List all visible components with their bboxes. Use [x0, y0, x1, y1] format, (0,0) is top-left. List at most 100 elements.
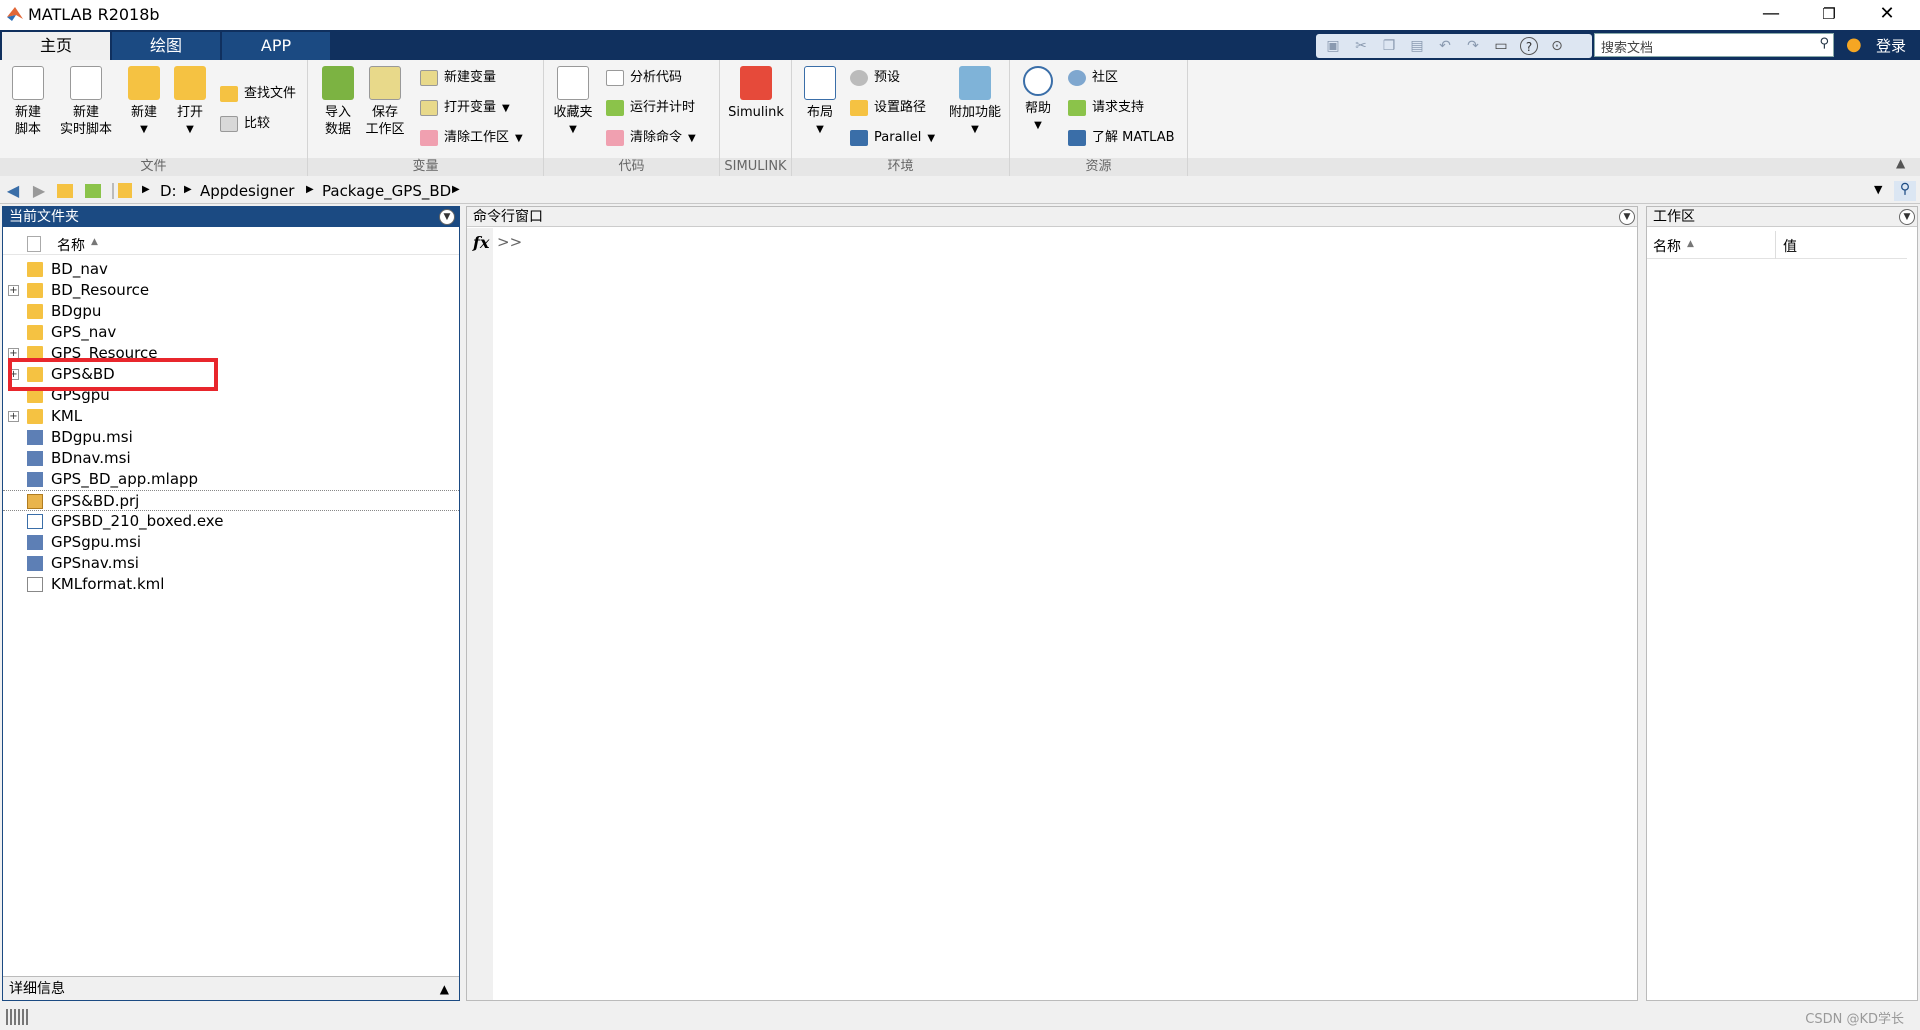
group-code-label: 代码 — [544, 158, 719, 176]
tab-home[interactable]: 主页 — [2, 32, 110, 60]
switch-windows-icon[interactable]: ▭ — [1492, 37, 1510, 55]
file-list-item[interactable]: KMLformat.kml — [3, 574, 459, 595]
msi-icon — [27, 472, 43, 487]
file-list-item[interactable]: BDnav.msi — [3, 448, 459, 469]
file-list-item[interactable]: GPS&BD.prj — [3, 490, 459, 511]
panel-actions-dropdown-icon[interactable]: ▼ — [439, 209, 455, 225]
command-window-panel: 命令行窗口 ▼ fx >> — [466, 206, 1638, 1001]
file-list-item[interactable]: BDgpu.msi — [3, 427, 459, 448]
community-button[interactable]: 社区 — [1066, 66, 1118, 90]
open-button[interactable]: 打开 ▼ — [170, 66, 210, 138]
breadcrumb-appdesigner[interactable]: Appdesigner — [200, 182, 294, 200]
save-icon[interactable]: ▣ — [1324, 37, 1342, 55]
path-history-dropdown-icon[interactable]: ▼ — [1874, 183, 1882, 196]
close-button[interactable]: ✕ — [1858, 0, 1916, 30]
current-folder-title: 当前文件夹 — [3, 207, 459, 227]
details-panel[interactable]: 详细信息 ▲ — [3, 976, 459, 1000]
collapse-ribbon-icon[interactable]: ▲ — [1896, 156, 1905, 170]
open-variable-icon — [420, 100, 438, 116]
redo-icon[interactable]: ↷ — [1464, 37, 1482, 55]
new-script-icon — [12, 66, 44, 100]
breadcrumb-package[interactable]: Package_GPS_BD — [322, 182, 451, 200]
command-input[interactable] — [521, 231, 1621, 253]
cut-icon[interactable]: ✂ — [1352, 37, 1370, 55]
preferences-button[interactable]: 预设 — [848, 66, 900, 90]
tab-plots[interactable]: 绘图 — [112, 32, 220, 60]
import-data-button[interactable]: 导入 数据 — [318, 66, 358, 138]
chevron-down-icon: ▼ — [1034, 120, 1042, 131]
paste-icon[interactable]: ▤ — [1408, 37, 1426, 55]
new-variable-button[interactable]: 新建变量 — [418, 66, 496, 90]
back-arrow-icon[interactable]: ◀ — [2, 181, 24, 201]
file-list-item[interactable]: GPS_nav — [3, 322, 459, 343]
undo-icon[interactable]: ↶ — [1436, 37, 1454, 55]
compare-button[interactable]: 比较 — [218, 112, 270, 136]
file-list-item[interactable]: BDgpu — [3, 301, 459, 322]
save-workspace-button[interactable]: 保存 工作区 — [362, 66, 408, 138]
search-folder-icon[interactable]: ⚲ — [1894, 181, 1916, 201]
workspace-name-header[interactable]: 名称 — [1653, 236, 1681, 256]
panel-actions-dropdown-icon[interactable]: ▼ — [1899, 209, 1915, 225]
minimize-button[interactable]: — — [1742, 0, 1800, 30]
copy-icon[interactable]: ❐ — [1380, 37, 1398, 55]
name-column-header[interactable]: 名称 ▲ — [3, 233, 459, 255]
matlab-logo-icon — [7, 7, 23, 21]
clear-commands-button[interactable]: 清除命令 ▼ — [604, 126, 696, 150]
breadcrumb-drive[interactable]: D: — [160, 182, 177, 200]
tab-apps[interactable]: APP — [222, 32, 330, 60]
file-name: BD_Resource — [51, 281, 150, 299]
analyze-code-icon — [606, 70, 624, 86]
search-documentation-input[interactable]: 搜索文档 ⚲ — [1594, 33, 1834, 57]
up-folder-icon[interactable] — [54, 181, 76, 201]
set-path-button[interactable]: 设置路径 — [848, 96, 926, 120]
new-live-script-button[interactable]: 新建 实时脚本 — [54, 66, 118, 138]
clear-workspace-button[interactable]: 清除工作区 ▼ — [418, 126, 523, 150]
folder-icon — [27, 409, 43, 424]
file-list-item[interactable]: + BD_Resource — [3, 280, 459, 301]
add-ons-cubes-icon — [959, 66, 991, 100]
file-list-item[interactable]: GPSgpu.msi — [3, 532, 459, 553]
request-support-button[interactable]: 请求支持 — [1066, 96, 1144, 120]
notification-bell-icon[interactable]: ● — [1846, 34, 1864, 56]
file-list-item[interactable]: GPS_BD_app.mlapp — [3, 469, 459, 490]
highlight-annotation — [8, 358, 218, 391]
parallel-button[interactable]: Parallel ▼ — [848, 126, 935, 150]
find-files-icon — [220, 86, 238, 102]
login-button[interactable]: 登录 — [1876, 35, 1906, 56]
expand-icon[interactable]: + — [8, 411, 19, 422]
run-and-time-button[interactable]: 运行并计时 — [604, 96, 695, 120]
browse-folder-icon[interactable] — [82, 181, 104, 201]
help-button[interactable]: 帮助 ▼ — [1018, 66, 1058, 134]
file-list-item[interactable]: BD_nav — [3, 259, 459, 280]
customize-dropdown-icon[interactable]: ⊙ — [1548, 37, 1566, 55]
analyze-code-button[interactable]: 分析代码 — [604, 66, 682, 90]
favorites-button[interactable]: 收藏夹 ▼ — [550, 66, 596, 138]
chevron-down-icon: ▼ — [816, 124, 824, 135]
find-files-button[interactable]: 查找文件 — [218, 82, 296, 106]
restore-button[interactable]: ❐ — [1800, 0, 1858, 30]
file-list-item[interactable]: GPSnav.msi — [3, 553, 459, 574]
add-ons-button[interactable]: 附加功能 ▼ — [944, 66, 1006, 138]
workspace-header-row: 名称 ▲ 值 — [1647, 231, 1907, 259]
group-resources-label: 资源 — [1010, 158, 1187, 176]
function-browser-icon[interactable]: fx — [473, 233, 489, 252]
file-list-item[interactable]: GPSBD_210_boxed.exe — [3, 511, 459, 532]
layout-button[interactable]: 布局 ▼ — [800, 66, 840, 138]
new-script-button[interactable]: 新建 脚本 — [8, 66, 48, 138]
folder-icon — [27, 262, 43, 277]
open-variable-button[interactable]: 打开变量 ▼ — [418, 96, 510, 120]
new-button[interactable]: 新建 ▼ — [124, 66, 164, 138]
file-list-item[interactable]: + KML — [3, 406, 459, 427]
chevron-up-icon[interactable]: ▲ — [440, 977, 449, 1001]
help-icon[interactable]: ? — [1520, 37, 1538, 55]
workspace-value-header[interactable]: 值 — [1783, 236, 1797, 256]
simulink-button[interactable]: Simulink — [724, 66, 788, 121]
folder-icon — [27, 283, 43, 298]
file-name: GPSBD_210_boxed.exe — [51, 512, 224, 530]
search-icon[interactable]: ⚲ — [1819, 36, 1829, 51]
expand-icon[interactable]: + — [8, 285, 19, 296]
learn-matlab-button[interactable]: 了解 MATLAB — [1066, 126, 1175, 150]
chevron-down-icon: ▼ — [186, 124, 194, 135]
forward-arrow-icon[interactable]: ▶ — [28, 181, 50, 201]
panel-actions-dropdown-icon[interactable]: ▼ — [1619, 209, 1635, 225]
